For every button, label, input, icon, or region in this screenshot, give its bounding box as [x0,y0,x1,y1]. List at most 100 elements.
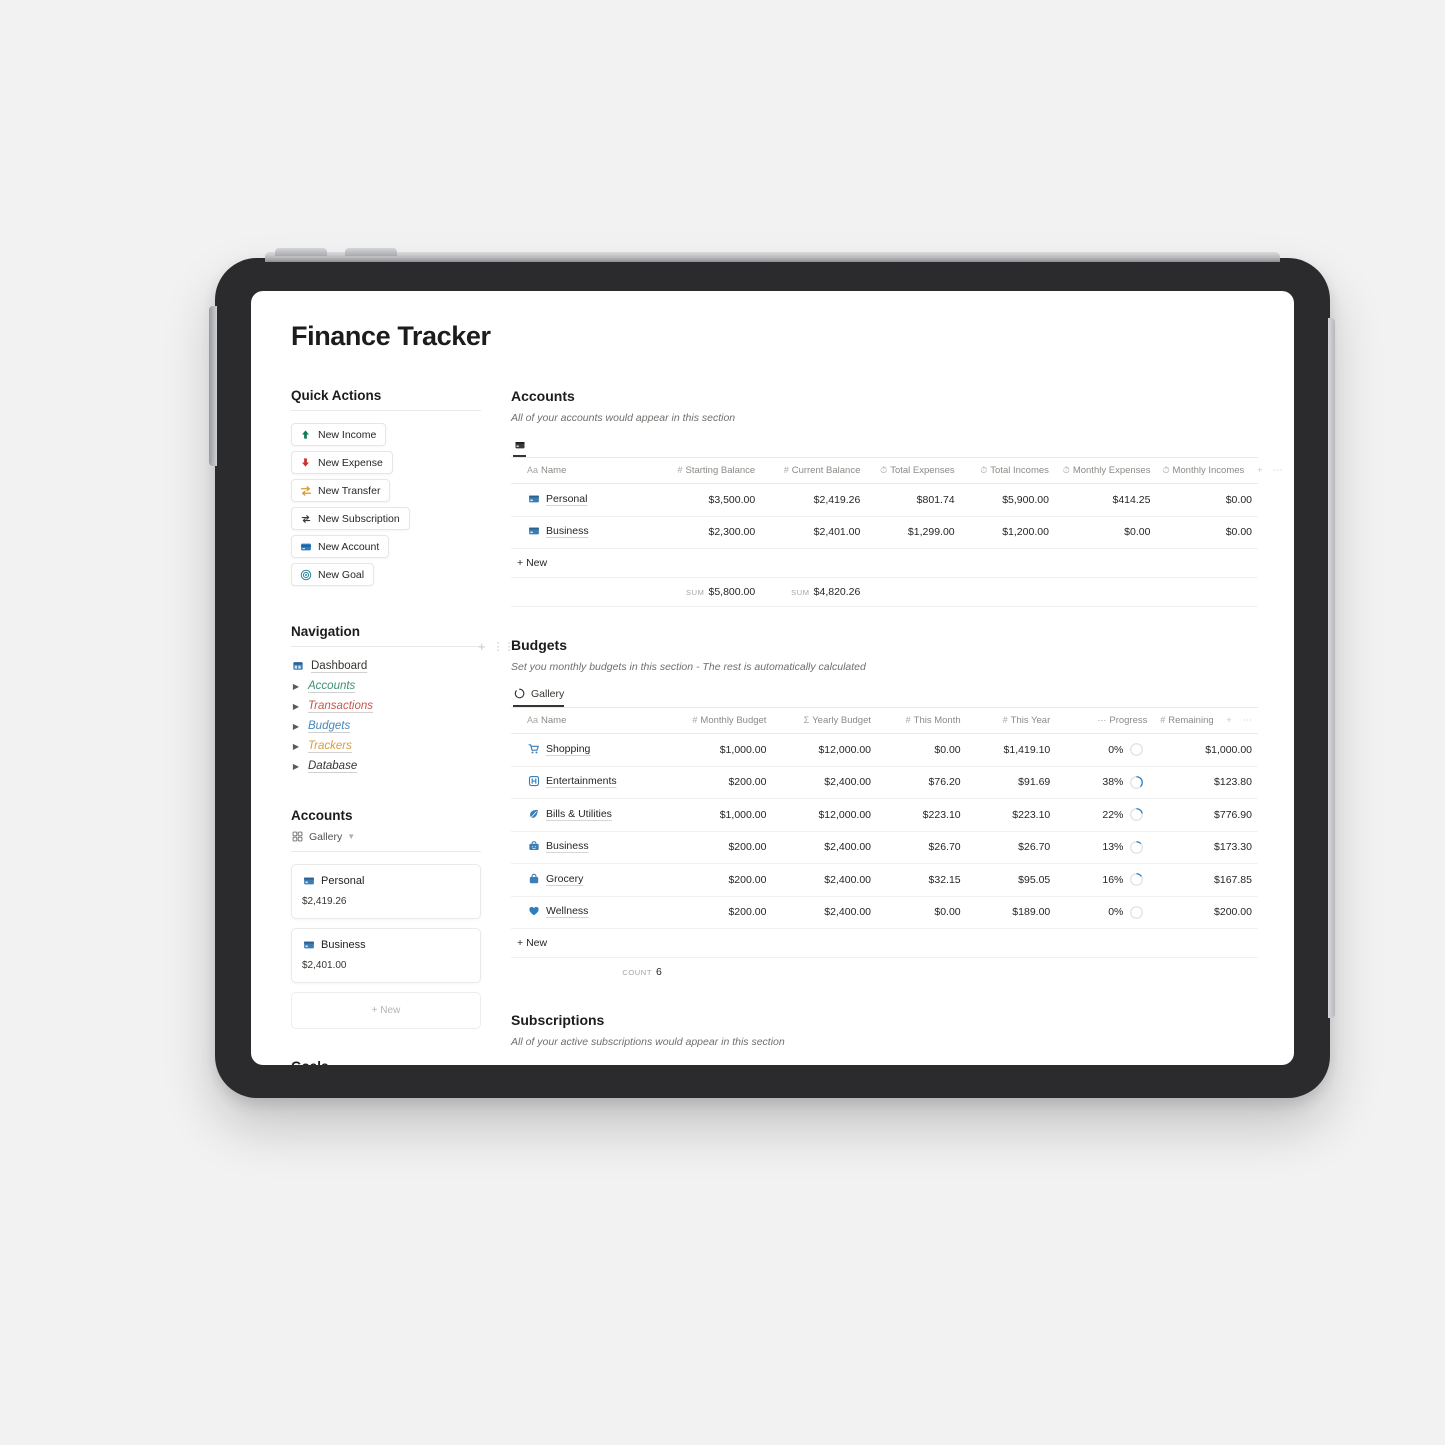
accounts-row-name[interactable]: Personal [511,483,657,517]
table-row[interactable]: Grocery $200.00 $2,400.00 $32.15 $95.05 … [511,863,1258,897]
column-header-remaining[interactable]: # Remaining + ⋯ [1153,708,1258,734]
sidebar-item-accounts[interactable]: ▶ Accounts [291,680,481,692]
column-header-this-year[interactable]: # This Year [966,708,1057,734]
budgets-count[interactable]: COUNT 6 [511,958,668,987]
table-row[interactable]: Business $2,300.00 $2,401.00 $1,299.00 $… [511,516,1258,549]
budgets-row-this-month[interactable]: $26.70 [877,831,967,864]
sidebar-item-budgets[interactable]: ▶ Budgets [291,720,481,732]
chevron-down-icon[interactable]: ▼ [347,832,355,841]
column-header-name[interactable]: Aa Name [511,708,668,734]
budgets-row-progress[interactable]: 22% [1056,798,1154,832]
budgets-row-this-month[interactable]: $0.00 [877,733,967,767]
budgets-row-name[interactable]: Grocery [511,863,668,897]
column-header-current-balance[interactable]: # Current Balance [761,458,867,484]
column-header-total-incomes[interactable]: ⏱ Total Incomes [960,458,1055,484]
budgets-row-monthly-budget[interactable]: $200.00 [667,831,773,864]
accounts-new-row[interactable]: + New [511,548,1258,578]
budgets-row-yearly-budget[interactable]: $12,000.00 [772,733,878,767]
budgets-row-this-month[interactable]: $223.10 [877,798,967,832]
column-header-starting-balance[interactable]: # Starting Balance [656,458,762,484]
subscriptions-db-tab[interactable] [513,1062,526,1065]
budgets-row-remaining[interactable]: $167.85 [1153,863,1258,897]
column-header-this-month[interactable]: # This Month [877,708,967,734]
budgets-row-yearly-budget[interactable]: $2,400.00 [772,896,878,929]
table-row[interactable]: Business $200.00 $2,400.00 $26.70 $26.70… [511,831,1258,864]
budgets-row-this-month[interactable]: $0.00 [877,896,967,929]
drag-handle-icon[interactable]: ⋮⋮ [493,640,515,653]
budgets-row-this-month[interactable]: $32.15 [877,863,967,897]
budgets-row-progress[interactable]: 38% [1056,766,1154,799]
budgets-new-row-button[interactable]: + New [511,928,1258,958]
budgets-row-this-year[interactable]: $95.05 [966,863,1057,897]
column-header-total-expenses[interactable]: ⏱ Total Expenses [866,458,961,484]
budgets-row-name[interactable]: Bills & Utilities [511,798,668,832]
chevron-right-icon[interactable]: ▶ [291,722,301,731]
budgets-row-yearly-budget[interactable]: $2,400.00 [772,766,878,799]
budgets-row-name[interactable]: Shopping [511,733,668,767]
budgets-row-remaining[interactable]: $1,000.00 [1153,733,1258,767]
chevron-right-icon[interactable]: ▶ [291,702,301,711]
budgets-db-tab-gallery[interactable]: Gallery [513,687,565,707]
budgets-row-yearly-budget[interactable]: $2,400.00 [772,863,878,897]
summary-current-balance[interactable]: SUM $4,820.26 [761,577,867,607]
accounts-row-monthly-incomes[interactable]: $0.00 [1156,516,1258,549]
accounts-row-starting-balance[interactable]: $3,500.00 [656,483,762,517]
sidebar-accounts-view-switcher[interactable]: Gallery ▼ [291,830,481,843]
budgets-row-monthly-budget[interactable]: $200.00 [667,863,773,897]
sidebar-item-transactions[interactable]: ▶ Transactions [291,700,481,712]
accounts-row-name[interactable]: Business [511,516,657,549]
table-row[interactable]: Entertainments $200.00 $2,400.00 $76.20 … [511,766,1258,799]
budgets-row-progress[interactable]: 0% [1056,733,1154,767]
new-subscription-button[interactable]: New Subscription [291,507,410,530]
new-goal-button[interactable]: New Goal [291,563,375,586]
column-header-monthly-expenses[interactable]: ⏱ Monthly Expenses [1054,458,1157,484]
sidebar-item-database[interactable]: ▶ Database [291,760,481,772]
accounts-row-total-incomes[interactable]: $1,200.00 [960,516,1055,549]
budgets-row-this-year[interactable]: $223.10 [966,798,1057,832]
budgets-row-this-year[interactable]: $1,419.10 [966,733,1057,767]
summary-starting-balance[interactable]: SUM $5,800.00 [656,577,762,607]
accounts-row-monthly-incomes[interactable]: $0.00 [1156,483,1258,517]
budgets-row-yearly-budget[interactable]: $2,400.00 [772,831,878,864]
accounts-row-starting-balance[interactable]: $2,300.00 [656,516,762,549]
budgets-row-monthly-budget[interactable]: $1,000.00 [667,733,773,767]
account-card-business[interactable]: Business $2,401.00 [291,928,481,983]
budgets-row-this-month[interactable]: $76.20 [877,766,967,799]
budgets-row-this-year[interactable]: $91.69 [966,766,1057,799]
new-transfer-button[interactable]: New Transfer [291,479,391,502]
new-account-card-button[interactable]: + New [291,992,481,1029]
budgets-row-remaining[interactable]: $776.90 [1153,798,1258,832]
chevron-right-icon[interactable]: ▶ [291,762,301,771]
budgets-row-remaining[interactable]: $200.00 [1153,896,1258,929]
column-options-button[interactable]: ⋯ [1273,465,1283,476]
table-row[interactable]: Bills & Utilities $1,000.00 $12,000.00 $… [511,798,1258,832]
sidebar-item-dashboard[interactable]: Dashboard [291,659,481,672]
table-row[interactable]: Shopping $1,000.00 $12,000.00 $0.00 $1,4… [511,733,1258,767]
sidebar-item-trackers[interactable]: ▶ Trackers [291,740,481,752]
budgets-row-progress[interactable]: 13% [1056,831,1154,864]
volume-up-button[interactable] [275,248,327,256]
budgets-row-remaining[interactable]: $173.30 [1153,831,1258,864]
budgets-new-row[interactable]: + New [511,928,1258,958]
chevron-right-icon[interactable]: ▶ [291,742,301,751]
add-column-button[interactable]: + [1257,465,1263,476]
column-options-button[interactable]: ⋯ [1243,715,1253,726]
table-row[interactable]: Personal $3,500.00 $2,419.26 $801.74 $5,… [511,483,1258,517]
accounts-row-current-balance[interactable]: $2,419.26 [761,483,867,517]
accounts-row-monthly-expenses[interactable]: $0.00 [1054,516,1157,549]
accounts-row-current-balance[interactable]: $2,401.00 [761,516,867,549]
budgets-row-monthly-budget[interactable]: $200.00 [667,766,773,799]
volume-down-button[interactable] [345,248,397,256]
budgets-row-this-year[interactable]: $189.00 [966,896,1057,929]
budgets-row-name[interactable]: Entertainments [511,766,668,799]
accounts-row-total-incomes[interactable]: $5,900.00 [960,483,1055,517]
accounts-row-total-expenses[interactable]: $1,299.00 [866,516,961,549]
budgets-row-monthly-budget[interactable]: $1,000.00 [667,798,773,832]
budgets-row-name[interactable]: Wellness [511,896,668,929]
new-income-button[interactable]: New Income [291,423,387,446]
accounts-row-monthly-expenses[interactable]: $414.25 [1054,483,1157,517]
new-expense-button[interactable]: New Expense [291,451,393,474]
new-account-button[interactable]: New Account [291,535,390,558]
accounts-new-row-button[interactable]: + New [511,548,1258,578]
budgets-row-remaining[interactable]: $123.80 [1153,766,1258,799]
